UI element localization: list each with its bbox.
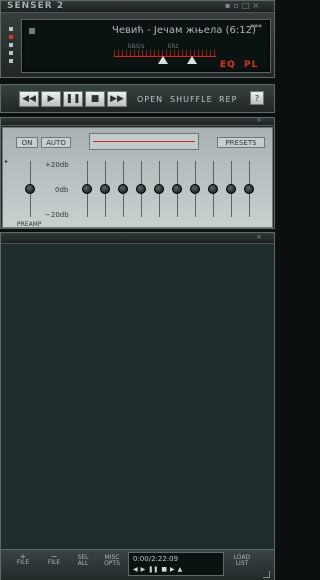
db-bottom-label: −20db bbox=[45, 211, 69, 219]
eq-panel: ON AUTO PRESETS ▸ +20db 0db −20db PREAMP bbox=[2, 127, 273, 228]
equalizer-window: × ON AUTO PRESETS ▸ +20db 0db −20db PREA… bbox=[0, 116, 275, 229]
playlist-items[interactable] bbox=[2, 245, 273, 547]
db-top-label: +20db bbox=[45, 161, 69, 169]
mini-play-button[interactable]: ▶ bbox=[141, 566, 146, 573]
playlist-window: × + FILE − FILE SEL ALL MISC OPTS 0:00/2… bbox=[0, 232, 275, 580]
remove-file-button[interactable]: − FILE bbox=[43, 553, 65, 566]
opts-label: OPTS bbox=[104, 560, 120, 567]
eq-band-knob[interactable] bbox=[172, 184, 182, 194]
repeat-button[interactable]: REP bbox=[219, 95, 237, 104]
add-file-button[interactable]: + FILE bbox=[12, 553, 34, 566]
play-state-icon bbox=[29, 28, 35, 34]
eq-band-knob[interactable] bbox=[244, 184, 254, 194]
eq-band-knob[interactable] bbox=[226, 184, 236, 194]
display-screen: Чевић - Јечам жњела (6:12) *** kbit/s kh… bbox=[21, 19, 271, 73]
misc-options-button[interactable]: MISC OPTS bbox=[100, 555, 124, 567]
play-button[interactable]: ▶ bbox=[41, 91, 61, 107]
clutterbar-info-icon[interactable] bbox=[9, 43, 13, 47]
load-list-button[interactable]: LOAD LIST bbox=[228, 555, 256, 567]
title-bar[interactable]: SENSER 2 ▪ ▫ □ × bbox=[1, 1, 274, 13]
mini-stop-button[interactable]: ■ bbox=[161, 566, 167, 573]
open-button[interactable]: OPEN bbox=[137, 95, 163, 104]
eq-graph bbox=[89, 133, 199, 150]
eq-band-knob[interactable] bbox=[100, 184, 110, 194]
eq-band-knob[interactable] bbox=[136, 184, 146, 194]
app-logo: SENSER 2 bbox=[7, 1, 65, 11]
equalizer-titlebar[interactable]: × bbox=[1, 116, 274, 126]
shuffle-button[interactable]: SHUFFLE bbox=[170, 95, 213, 104]
mini-pause-button[interactable]: ❚❚ bbox=[148, 566, 158, 573]
mini-eject-button[interactable]: ▲ bbox=[178, 566, 183, 573]
maximize-button[interactable]: □ bbox=[242, 1, 250, 10]
pl-toggle[interactable]: PL bbox=[244, 60, 258, 70]
playlist-footer: + FILE − FILE SEL ALL MISC OPTS 0:00/2:2… bbox=[1, 549, 274, 580]
eq-on-button[interactable]: ON bbox=[16, 137, 38, 148]
window-controls: ▪ ▫ □ × bbox=[225, 1, 259, 10]
all-label: ALL bbox=[77, 560, 89, 567]
add-file-label: FILE bbox=[16, 559, 30, 566]
list-label: LIST bbox=[235, 560, 249, 567]
clutterbar-doublesize-icon[interactable] bbox=[9, 51, 13, 55]
mini-controls: ◀ ▶ ❚❚ ■ ▶ ▲ bbox=[133, 566, 182, 573]
prev-button[interactable]: ◀◀ bbox=[19, 91, 39, 107]
mini-next-button[interactable]: ▶ bbox=[170, 566, 175, 573]
db-mid-label: 0db bbox=[55, 186, 69, 194]
playlist-time: 0:00/2:22:09 bbox=[133, 555, 179, 563]
more-icon[interactable]: *** bbox=[250, 23, 262, 32]
select-all-button[interactable]: SEL ALL bbox=[72, 555, 94, 567]
kbps-label: kbit/s bbox=[128, 43, 145, 50]
playlist-close-button[interactable]: × bbox=[256, 233, 262, 241]
eq-band-knob[interactable] bbox=[208, 184, 218, 194]
clutterbar-vis-icon[interactable] bbox=[9, 59, 13, 63]
eq-side-marker: ▸ bbox=[5, 158, 9, 165]
eq-band-knob[interactable] bbox=[190, 184, 200, 194]
resize-grip-icon[interactable] bbox=[263, 571, 270, 578]
close-button[interactable]: × bbox=[252, 1, 259, 10]
shade-button[interactable]: ▫ bbox=[233, 1, 238, 10]
stop-button[interactable]: ■ bbox=[85, 91, 105, 107]
balance-thumb-icon[interactable] bbox=[187, 56, 197, 64]
position-thumb-icon[interactable] bbox=[158, 56, 168, 64]
eq-curve bbox=[93, 141, 195, 142]
eq-band-knob[interactable] bbox=[118, 184, 128, 194]
controls-bar: ◀◀ ▶ ❚❚ ■ ▶▶ OPEN SHUFFLE REP ? bbox=[0, 84, 275, 113]
next-button[interactable]: ▶▶ bbox=[107, 91, 127, 107]
playlist-titlebar[interactable]: × bbox=[1, 233, 274, 244]
eq-auto-button[interactable]: AUTO bbox=[41, 137, 71, 148]
pause-button[interactable]: ❚❚ bbox=[63, 91, 83, 107]
eq-close-button[interactable]: × bbox=[256, 116, 262, 124]
clutterbar-option-icon[interactable] bbox=[9, 27, 13, 31]
minimize-button[interactable]: ▪ bbox=[225, 1, 230, 10]
eq-toggle[interactable]: EQ bbox=[220, 60, 236, 70]
menu-button[interactable]: ? bbox=[250, 91, 264, 105]
khz-label: khz bbox=[168, 43, 179, 50]
preamp-knob[interactable] bbox=[25, 184, 35, 194]
clutterbar bbox=[9, 23, 17, 65]
remove-file-label: FILE bbox=[47, 559, 61, 566]
eq-bands bbox=[81, 161, 254, 217]
eq-band-knob[interactable] bbox=[154, 184, 164, 194]
eq-band-knob[interactable] bbox=[82, 184, 92, 194]
song-title[interactable]: Чевић - Јечам жњела (6:12) bbox=[112, 25, 256, 36]
preamp-label: PREAMP bbox=[17, 221, 42, 228]
main-window: SENSER 2 ▪ ▫ □ × Чевић - Јечам жњела (6:… bbox=[0, 0, 275, 78]
presets-button[interactable]: PRESETS bbox=[217, 137, 265, 148]
mini-prev-button[interactable]: ◀ bbox=[133, 566, 138, 573]
clutterbar-always-on-top-icon[interactable] bbox=[9, 35, 13, 39]
playlist-mini-display: 0:00/2:22:09 ◀ ▶ ❚❚ ■ ▶ ▲ bbox=[128, 552, 224, 576]
